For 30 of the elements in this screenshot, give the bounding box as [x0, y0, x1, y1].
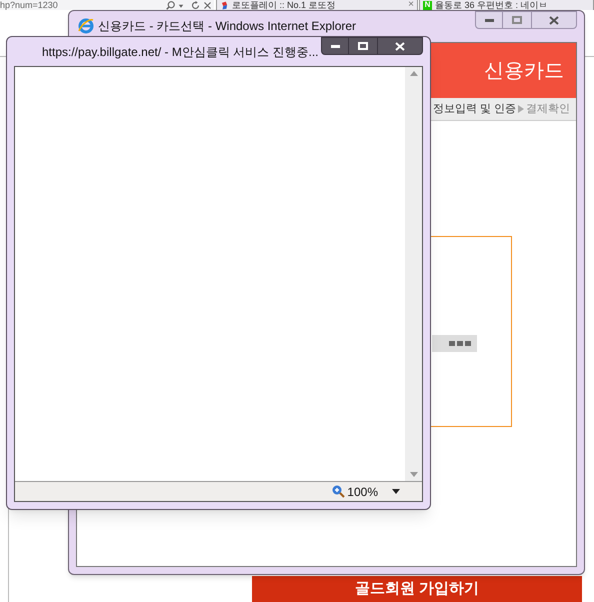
- close-icon: [549, 16, 559, 24]
- tab-title: 로또플레이 :: No.1 로또정: [232, 0, 336, 10]
- refresh-icon[interactable]: [191, 0, 200, 10]
- close-icon: [395, 42, 405, 50]
- join-button[interactable]: 골드회원 가입하기: [252, 576, 582, 602]
- site-logo: N: [423, 0, 432, 10]
- close-button[interactable]: [377, 37, 423, 55]
- window-title: 신용카드 - 카드선택 - Windows Internet Explorer: [98, 18, 356, 35]
- minimize-button[interactable]: [475, 11, 503, 29]
- browser-logo-icon: [78, 18, 94, 34]
- maximize-button[interactable]: [349, 37, 377, 55]
- browser-tab[interactable]: N 율동로 36 우편번호 : 네이ㅂ: [419, 0, 594, 10]
- browser-tab[interactable]: 로또플레이 :: No.1 로또정 ×: [216, 0, 418, 10]
- search-icon[interactable]: [166, 0, 175, 10]
- tab-close[interactable]: ×: [408, 0, 414, 10]
- tab-title: 율동로 36 우편번호 : 네이ㅂ: [435, 0, 548, 10]
- step-label: 결제확인: [526, 102, 570, 117]
- caret-icon[interactable]: [392, 489, 400, 494]
- stop-icon[interactable]: [203, 0, 212, 10]
- minimize-button[interactable]: [321, 37, 349, 55]
- step-label: 정보입력 및 인증: [432, 102, 516, 117]
- close-button[interactable]: [531, 11, 577, 29]
- popup-title: https://pay.billgate.net/ - M안심클릭 서비스 진행중...: [42, 44, 319, 61]
- address-text: hp?num=1230: [0, 0, 58, 10]
- zoom-level[interactable]: 100%: [347, 482, 378, 500]
- zoom-icon[interactable]: [332, 485, 346, 498]
- masked-number: [432, 335, 477, 352]
- step-arrow-icon: [518, 105, 524, 113]
- header-title: 신용카드: [484, 58, 564, 84]
- site-logo: [220, 0, 229, 10]
